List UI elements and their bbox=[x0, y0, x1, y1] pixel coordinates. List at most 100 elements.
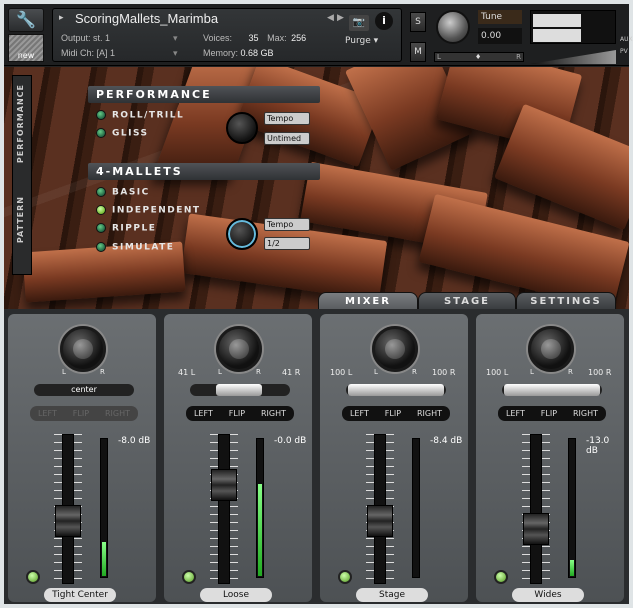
performance-tempo-mode[interactable]: Untimed bbox=[264, 132, 310, 145]
performance-tempo-label: Tempo bbox=[264, 112, 310, 125]
aux-label[interactable]: AUX bbox=[620, 34, 633, 46]
channel-strip: L R center LEFT FLIP RIGHT -8.0 dB Tight C… bbox=[6, 312, 158, 604]
width-right-label: 100 R bbox=[432, 368, 456, 377]
tab-stage[interactable]: STAGE bbox=[418, 292, 516, 310]
channel-led-icon[interactable] bbox=[182, 570, 196, 584]
db-readout[interactable]: -13.0 dB bbox=[586, 436, 624, 456]
side-tab-pattern[interactable]: PATTERN bbox=[16, 196, 25, 243]
left-button[interactable]: LEFT bbox=[38, 409, 57, 418]
voices-row: Voices: 35 Max: 256 bbox=[203, 33, 306, 43]
pv-label[interactable]: PV bbox=[620, 46, 633, 58]
option-ripple[interactable]: RIPPLE bbox=[96, 223, 156, 234]
flip-button[interactable]: FLIP bbox=[73, 409, 89, 418]
channel-led-icon[interactable] bbox=[338, 570, 352, 584]
width-slider-range[interactable] bbox=[504, 384, 600, 396]
option-label: ROLL/TRILL bbox=[112, 110, 185, 121]
width-knob[interactable] bbox=[528, 326, 574, 372]
option-gliss[interactable]: GLISS bbox=[96, 128, 149, 139]
width-knob[interactable] bbox=[372, 326, 418, 372]
flip-button[interactable]: FLIP bbox=[541, 409, 557, 418]
width-left-label: 100 L bbox=[486, 368, 509, 377]
midi-dropdown-icon[interactable]: ▾ bbox=[173, 48, 178, 59]
channel-name: Stage bbox=[356, 588, 428, 602]
db-readout[interactable]: -8.4 dB bbox=[430, 436, 462, 446]
knob-l-label: L bbox=[62, 368, 66, 376]
right-button[interactable]: RIGHT bbox=[261, 409, 286, 418]
option-independent[interactable]: INDEPENDENT bbox=[96, 205, 201, 216]
tab-settings[interactable]: SETTINGS bbox=[516, 292, 616, 310]
new-button[interactable]: new bbox=[8, 34, 44, 62]
width-slider-range[interactable] bbox=[216, 384, 262, 396]
max-value: 256 bbox=[291, 33, 307, 43]
fader-track bbox=[218, 434, 230, 584]
flip-buttons: LEFT FLIP RIGHT bbox=[342, 406, 450, 421]
flip-buttons: LEFT FLIP RIGHT bbox=[498, 406, 606, 421]
channel-name: Wides bbox=[512, 588, 584, 602]
performance-tempo-knob[interactable] bbox=[226, 112, 258, 144]
fader-cap[interactable] bbox=[211, 469, 237, 502]
volume-slider[interactable] bbox=[530, 50, 616, 64]
option-label: SIMULATE bbox=[112, 242, 175, 253]
info-icon[interactable]: i bbox=[375, 12, 393, 30]
pan-center-marker: ♦ bbox=[475, 53, 482, 61]
knob-r-label: R bbox=[412, 368, 417, 376]
led-icon bbox=[96, 187, 106, 197]
option-simulate[interactable]: SIMULATE bbox=[96, 242, 174, 253]
width-left-label: 100 L bbox=[330, 368, 353, 377]
mallets-tempo-knob[interactable] bbox=[226, 218, 258, 250]
right-button[interactable]: RIGHT bbox=[105, 409, 130, 418]
level-meter bbox=[412, 438, 420, 578]
db-readout[interactable]: -0.0 dB bbox=[274, 436, 306, 446]
flip-button[interactable]: FLIP bbox=[229, 409, 245, 418]
option-roll-trill[interactable]: ROLL/TRILL bbox=[96, 110, 184, 121]
tune-knob[interactable] bbox=[436, 10, 470, 44]
side-tab-performance[interactable]: PERFORMANCE bbox=[16, 84, 25, 163]
fader-cap[interactable] bbox=[367, 504, 393, 537]
midi-row[interactable]: Midi Ch: [A] 1 bbox=[61, 48, 115, 58]
mute-button[interactable]: M bbox=[410, 42, 426, 62]
level-meter bbox=[568, 438, 576, 578]
flip-buttons: LEFT FLIP RIGHT bbox=[186, 406, 294, 421]
caret-right-icon[interactable]: ▸ bbox=[59, 13, 64, 23]
channel-led-icon[interactable] bbox=[494, 570, 508, 584]
left-button[interactable]: LEFT bbox=[350, 409, 369, 418]
led-icon bbox=[96, 242, 106, 252]
next-instrument-icon[interactable]: ▶ bbox=[337, 13, 344, 23]
camera-icon[interactable]: 📷 bbox=[349, 15, 369, 31]
output-dropdown-icon[interactable]: ▾ bbox=[173, 33, 178, 44]
width-slider-range[interactable] bbox=[348, 384, 444, 396]
fader-cap[interactable] bbox=[523, 513, 549, 546]
purge-button[interactable]: Purge ▾ bbox=[345, 36, 378, 46]
width-knob[interactable] bbox=[216, 326, 262, 372]
tune-value[interactable]: 0.00 bbox=[478, 28, 522, 44]
instrument-title[interactable]: ScoringMallets_Marimba bbox=[75, 11, 218, 26]
knob-r-label: R bbox=[256, 368, 261, 376]
channel-led-icon[interactable] bbox=[26, 570, 40, 584]
led-on-icon bbox=[96, 205, 106, 215]
left-button[interactable]: LEFT bbox=[506, 409, 525, 418]
prev-instrument-icon[interactable]: ◀ bbox=[327, 13, 334, 23]
wrench-icon[interactable]: 🔧 bbox=[8, 8, 44, 32]
tab-mixer[interactable]: MIXER bbox=[318, 292, 418, 310]
voices-label: Voices: bbox=[203, 33, 233, 43]
purge-label: Purge bbox=[345, 36, 371, 46]
left-button[interactable]: LEFT bbox=[194, 409, 213, 418]
meter-bar-left bbox=[533, 14, 581, 27]
mallets-tempo-value[interactable]: 1/2 bbox=[264, 237, 310, 250]
instrument-header: 🔧 new ▸ ScoringMallets_Marimba ◀ ▶ Outpu… bbox=[4, 4, 633, 66]
pan-slider[interactable]: L ♦ R bbox=[434, 52, 524, 62]
option-label: BASIC bbox=[112, 187, 150, 198]
max-label: Max: bbox=[267, 33, 287, 43]
output-row[interactable]: Output: st. 1 bbox=[61, 33, 110, 43]
width-knob[interactable] bbox=[60, 326, 106, 372]
flip-button[interactable]: FLIP bbox=[385, 409, 401, 418]
right-button[interactable]: RIGHT bbox=[573, 409, 598, 418]
db-readout[interactable]: -8.0 dB bbox=[118, 436, 150, 446]
option-basic[interactable]: BASIC bbox=[96, 187, 150, 198]
fader-cap[interactable] bbox=[55, 504, 81, 537]
channel-strip: 100 L L R 100 R LEFT FLIP RIGHT -8.4 dB St… bbox=[318, 312, 470, 604]
output-meter bbox=[530, 10, 616, 44]
solo-button[interactable]: S bbox=[410, 12, 426, 32]
channel-name: Tight Center bbox=[44, 588, 116, 602]
right-button[interactable]: RIGHT bbox=[417, 409, 442, 418]
